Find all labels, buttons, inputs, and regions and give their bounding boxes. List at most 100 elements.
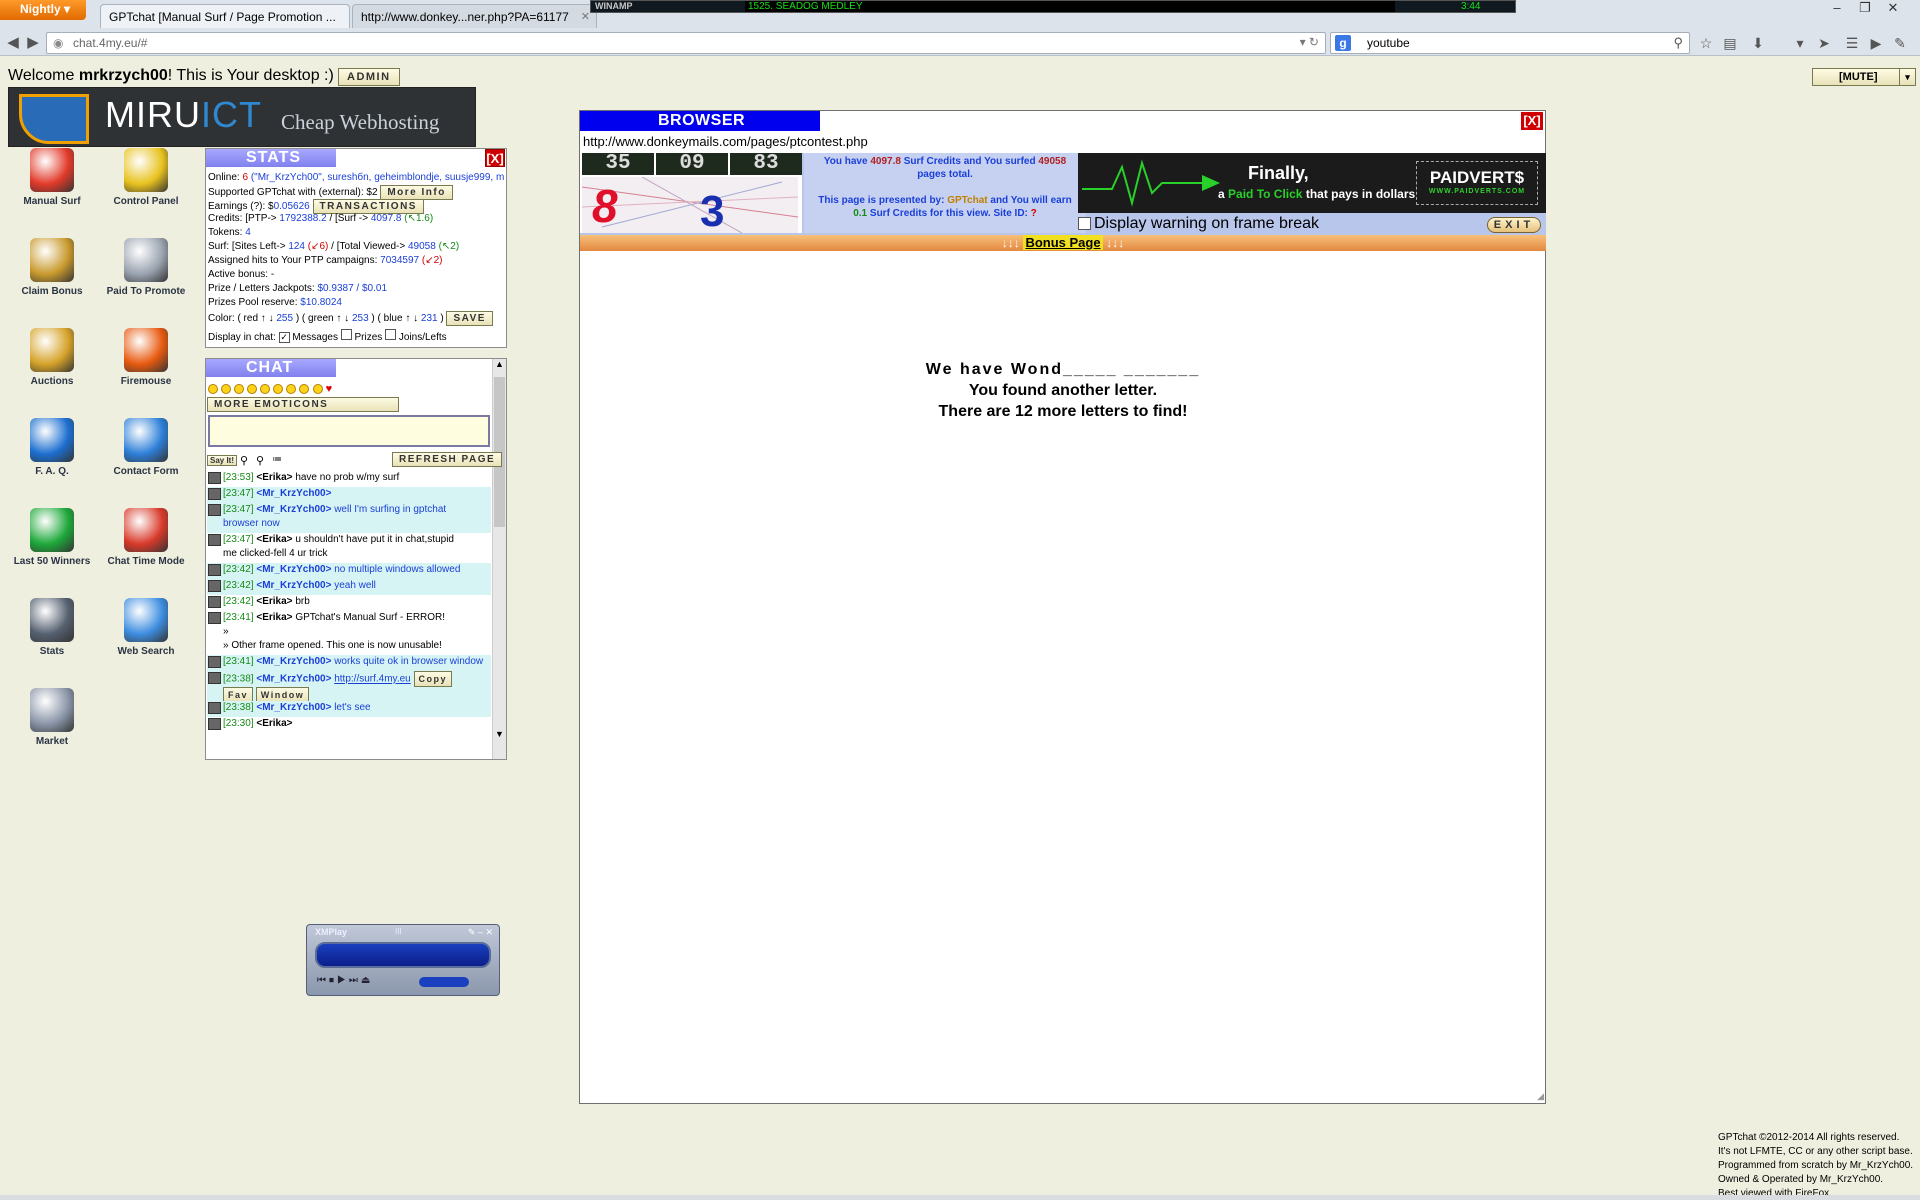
extension-icon[interactable]: ✎ [1890,35,1910,53]
youtube-icon[interactable]: ▶ [1866,35,1886,53]
chevron-down-icon[interactable]: ▾ [1790,35,1810,53]
copy-button[interactable]: Copy [413,671,452,687]
avatar[interactable] [208,504,221,516]
avatar[interactable] [208,672,221,684]
search-icon[interactable]: ⚲ [1673,35,1683,51]
back-icon[interactable]: ◀ [4,34,22,52]
avatar[interactable] [208,564,221,576]
avatar[interactable] [208,596,221,608]
chat-scrollbar[interactable]: ▲ ▼ [492,359,506,759]
chat-user[interactable]: <Mr_KrzYch00> [256,674,331,685]
paidverts-ad[interactable]: Finally, a Paid To Click that pays in do… [1078,153,1546,213]
avatar[interactable] [208,612,221,624]
search-input[interactable]: g youtube ⚲ [1330,32,1690,54]
xmplay-volume-slider[interactable] [419,977,469,987]
fav-button[interactable]: Fav [223,687,254,701]
url-input[interactable]: ◉ chat.4my.eu/# ▾ ↻ [46,32,1326,54]
bookmarks-icon[interactable]: ▤ [1720,35,1740,53]
emoticon-icon[interactable] [299,384,310,395]
search-icon[interactable]: ⚲ [240,454,248,467]
download-icon[interactable]: ⬇ [1748,35,1768,53]
desktop-icon-f-a-q[interactable]: F. A. Q. [6,418,98,477]
forward-icon[interactable]: ▶ [24,34,42,52]
bookmark-star-icon[interactable]: ☆ [1696,35,1716,53]
counter-box[interactable]: 35 [582,153,654,175]
avatar[interactable] [208,580,221,592]
heart-icon[interactable]: ♥ [326,383,333,395]
avatar[interactable] [208,472,221,484]
reload-icon[interactable]: ▾ ↻ [1300,35,1319,49]
more-emoticons-button[interactable]: MORE EMOTICONS [207,397,399,412]
chat-user[interactable]: <Mr_KrzYch00> [256,504,331,515]
chat-user[interactable]: <Mr_KrzYch00> [256,702,331,713]
tab-donkeymails[interactable]: http://www.donkey...ner.php?PA=61177 ✕ [352,4,597,28]
winamp-bar[interactable]: WINAMP 1525. SEADOG MEDLEY 3:44 [590,0,1516,13]
desktop-icon-control-panel[interactable]: Control Panel [100,148,192,207]
chat-user[interactable]: <Erika> [256,534,292,545]
chat-link[interactable]: http://surf.4my.eu [334,674,411,685]
desktop-icon-firemouse[interactable]: Firemouse [100,328,192,387]
menu-icon[interactable]: ☰ [1842,35,1862,53]
desktop-icon-market[interactable]: Market [6,688,98,747]
prizes-checkbox[interactable] [340,329,352,340]
xmplay-controls[interactable]: ⏮⏹▶⏭⏏ [317,975,373,986]
avatar[interactable] [208,718,221,730]
save-color-button[interactable]: SAVE [446,311,493,326]
admin-button[interactable]: ADMIN [338,68,400,86]
refresh-page-button[interactable]: REFRESH PAGE [392,452,503,467]
browser-close-button[interactable]: [X] [1521,112,1543,130]
desktop-icon-last-50-winners[interactable]: Last 50 Winners [6,508,98,567]
frame-break-checkbox[interactable] [1078,217,1091,231]
emoticon-icon[interactable] [221,384,232,395]
avatar[interactable] [208,702,221,714]
chat-user[interactable]: <Mr_KrzYch00> [256,488,331,499]
emoticon-icon[interactable] [208,384,218,395]
bonus-page-link[interactable]: Bonus Page [1023,235,1103,250]
exit-button[interactable]: EXIT [1487,217,1541,233]
chat-user[interactable]: <Mr_KrzYch00> [256,656,331,667]
emoticon-icon[interactable] [234,384,245,395]
emoticon-icon[interactable] [247,384,258,395]
emoticon-icon[interactable] [312,384,323,395]
chat-user[interactable]: <Erika> [256,718,292,729]
emoticon-icon[interactable] [286,384,297,395]
desktop-icon-claim-bonus[interactable]: Claim Bonus [6,238,98,297]
avatar[interactable] [208,488,221,500]
desktop-icon-web-search[interactable]: Web Search [100,598,192,657]
minimize-icon[interactable]: – [1824,0,1850,18]
desktop-icon-auctions[interactable]: Auctions [6,328,98,387]
close-icon[interactable]: ✕ [581,10,590,23]
say-it-button[interactable]: Say It! [207,455,238,466]
tab-gptchat[interactable]: GPTchat [Manual Surf / Page Promotion ..… [100,4,350,28]
counter-box[interactable]: 09 [656,153,728,175]
restore-icon[interactable]: ❐ [1852,0,1878,18]
more-info-button[interactable]: More Info [380,185,453,200]
desktop-icon-stats[interactable]: Stats [6,598,98,657]
chat-message-input[interactable] [208,415,490,447]
close-window-icon[interactable]: ✕ [1880,0,1906,18]
joins-checkbox[interactable] [385,329,397,340]
scroll-down-icon[interactable]: ▼ [493,729,506,739]
mute-select[interactable]: [MUTE] ▾ [1812,68,1916,86]
send-icon[interactable]: ➤ [1814,35,1834,53]
chat-user[interactable]: <Erika> [256,612,292,623]
captcha-image[interactable]: 8 3 [582,177,798,233]
emoticon-icon[interactable] [260,384,271,395]
zoom-icon[interactable]: ⚲ [256,454,264,467]
miruict-banner[interactable]: MIRUICT Cheap Webhosting [8,87,476,147]
emoticon-icon[interactable] [273,384,284,395]
chat-user[interactable]: <Mr_KrzYch00> [256,564,331,575]
counter-box[interactable]: 83 [730,153,802,175]
desktop-icon-chat-time-mode[interactable]: Chat Time Mode [100,508,192,567]
chat-user[interactable]: <Erika> [256,472,292,483]
desktop-icon-contact-form[interactable]: Contact Form [100,418,192,477]
xmplay-widget[interactable]: XMPlay III ✎ – ✕ ⏮⏹▶⏭⏏ [306,924,500,996]
avatar[interactable] [208,656,221,668]
stats-close-button[interactable]: [X] [485,149,505,167]
desktop-icon-manual-surf[interactable]: Manual Surf [6,148,98,207]
messages-checkbox[interactable]: ✓ [278,332,290,343]
chat-user[interactable]: <Erika> [256,596,292,607]
xmplay-window-buttons[interactable]: ✎ – ✕ [468,927,493,938]
desktop-icon-paid-to-promote[interactable]: Paid To Promote [100,238,192,297]
resize-grip-icon[interactable]: ◢ [1537,1091,1544,1102]
